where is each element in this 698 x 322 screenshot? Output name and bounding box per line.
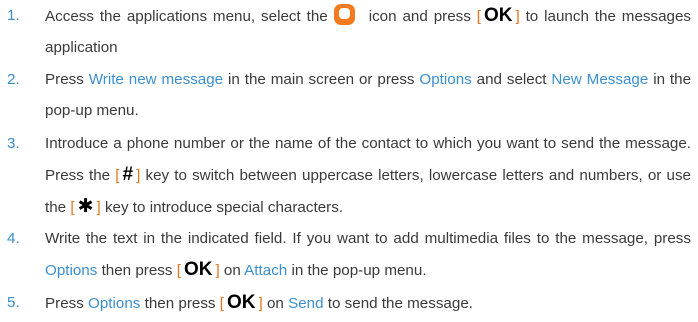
step-text: Press Write new message in the main scre…	[45, 64, 691, 126]
step-text: Access the applications menu, select the…	[45, 0, 691, 63]
key-label: OK	[483, 5, 513, 26]
step-text-part: Write the text in the indicated field. I…	[45, 230, 691, 247]
step-text: Press Options then press [OK] on Send to…	[45, 287, 691, 319]
ok-key: [OK]	[219, 292, 263, 313]
step-text-part: Press	[45, 71, 89, 88]
step-text-part: then press	[97, 262, 177, 279]
step-text: Write the text in the indicated field. I…	[45, 223, 691, 286]
hash-key: [#]	[115, 164, 141, 185]
ok-key: [OK]	[476, 5, 520, 26]
step-number: 2.	[7, 71, 20, 88]
ui-term-send: Send	[288, 295, 324, 312]
messages-app-icon	[333, 4, 355, 25]
step-text-part: Access the applications menu, select the	[45, 8, 328, 25]
key-label: #	[122, 164, 134, 185]
step-number: 3.	[7, 135, 20, 152]
step-text-part: in the main screen or press	[223, 71, 420, 88]
step-text-part: key to introduce special characters.	[100, 199, 344, 216]
key-label: OK	[183, 259, 213, 280]
ui-term-options: Options	[45, 262, 98, 279]
ui-term-options: Options	[419, 71, 472, 88]
step-text-part: Press	[45, 295, 89, 312]
ok-key: [OK]	[176, 259, 220, 280]
key-label: ✱	[77, 196, 94, 217]
step-text-part: and select	[471, 71, 552, 88]
step-text-part: icon and press	[368, 8, 477, 25]
step-number: 4.	[7, 230, 20, 247]
step-text-part: on	[262, 295, 289, 312]
ui-term-attach: Attach	[244, 262, 288, 279]
step-text-part: then press	[140, 295, 220, 312]
step-text-part: to send the message.	[323, 295, 473, 312]
step-number: 5.	[7, 294, 20, 311]
ui-term-options: Options	[88, 295, 141, 312]
star-key: [✱]	[70, 196, 101, 217]
step-text-part: in the pop-up menu.	[287, 262, 427, 279]
ui-term-new-message: New Message	[551, 71, 649, 88]
step-number: 1.	[7, 7, 20, 24]
ui-term-write-new-message: Write new message	[88, 71, 224, 88]
step-text: Introduce a phone number or the name of …	[45, 128, 691, 223]
key-label: OK	[226, 292, 256, 313]
step-text-part: on	[219, 262, 245, 279]
